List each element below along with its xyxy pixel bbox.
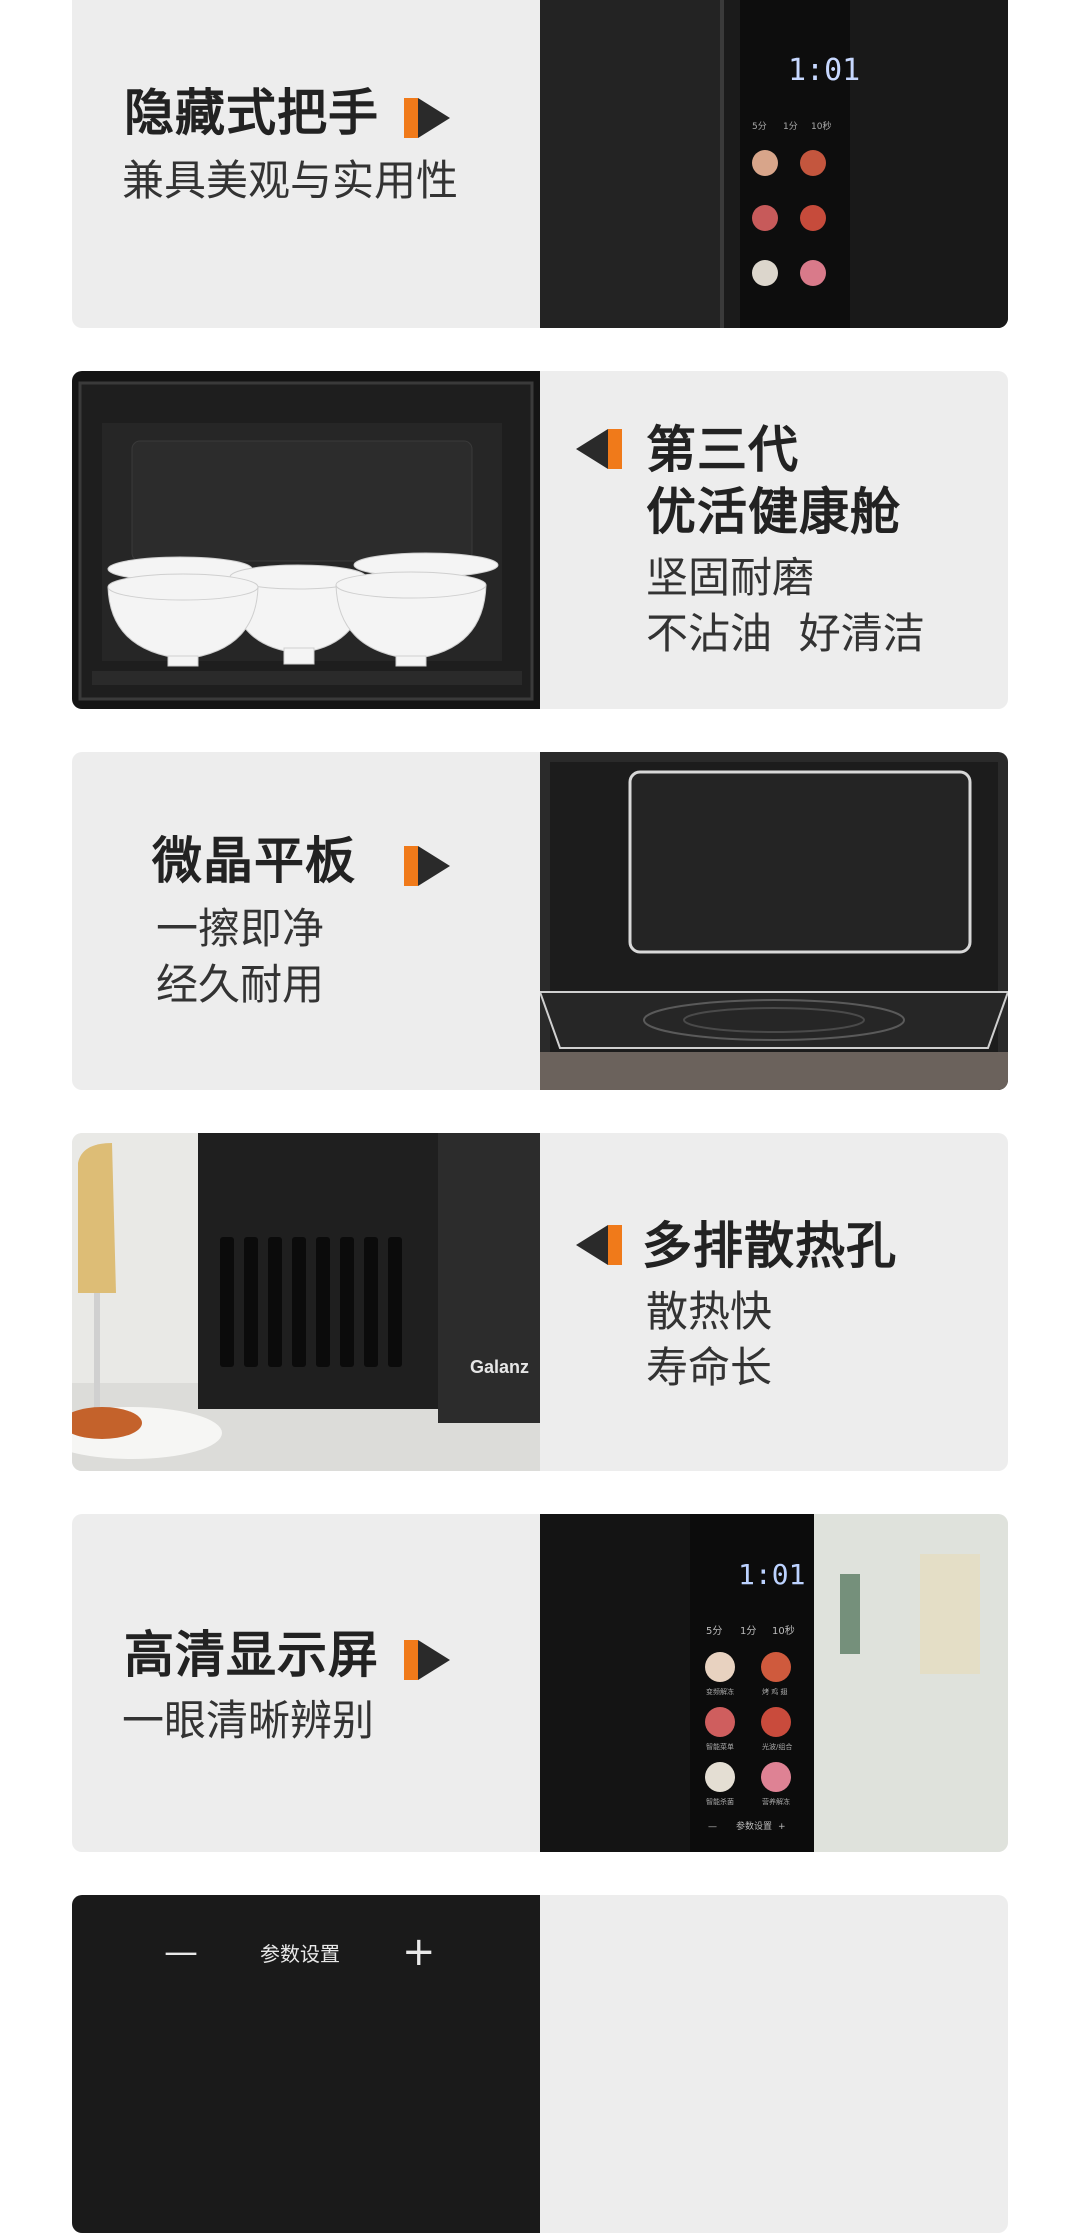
svg-text:参数设置: 参数设置 bbox=[736, 1820, 772, 1832]
play-right-icon bbox=[404, 1638, 452, 1682]
svg-text:10秒: 10秒 bbox=[772, 1624, 795, 1637]
plus-icon: + bbox=[402, 1929, 436, 1975]
feature-card-settings: — 参数设置 + bbox=[72, 1895, 1008, 2233]
bowls-in-microwave-photo bbox=[72, 371, 540, 709]
feature-subtitle-line-1: 一擦即净 bbox=[156, 904, 325, 953]
svg-text:5分: 5分 bbox=[706, 1625, 722, 1637]
flat-cavity-photo bbox=[540, 752, 1008, 1090]
feature-title: 微晶平板 bbox=[152, 832, 356, 890]
display-panel-photo: 1:01 5分 1分 10秒 变频解冻 烤 鸡 翅 智能菜单 光波/组合 智能杀菌 营… bbox=[540, 1514, 1008, 1852]
play-right-icon bbox=[404, 96, 452, 140]
play-left-icon bbox=[574, 427, 622, 471]
svg-text:10秒: 10秒 bbox=[811, 120, 831, 132]
display-digits: 1:01 bbox=[738, 1558, 805, 1591]
settings-panel-photo: — 参数设置 + bbox=[72, 1895, 540, 2233]
play-left-icon bbox=[574, 1223, 622, 1267]
settings-label: 参数设置 bbox=[260, 1942, 340, 1966]
play-right-icon bbox=[404, 844, 452, 888]
feature-title-line-2: 优活健康舱 bbox=[646, 483, 901, 541]
feature-title: 隐藏式把手 bbox=[124, 84, 379, 142]
feature-subtitle-line-2: 寿命长 bbox=[646, 1343, 773, 1392]
minus-icon: — bbox=[164, 1932, 198, 1972]
svg-text:变频解冻: 变频解冻 bbox=[706, 1687, 734, 1696]
feature-subtitle: 一眼清晰辨别 bbox=[122, 1696, 375, 1745]
svg-text:1分: 1分 bbox=[783, 121, 798, 132]
brand-label: Galanz bbox=[470, 1357, 529, 1377]
svg-text:烤 鸡 翅: 烤 鸡 翅 bbox=[762, 1687, 787, 1696]
feature-subtitle-line-2: 不沾油 好清洁 bbox=[646, 609, 925, 658]
svg-text:—: — bbox=[708, 1822, 717, 1832]
feature-title: 高清显示屏 bbox=[124, 1626, 379, 1684]
feature-title: 多排散热孔 bbox=[642, 1217, 897, 1275]
vents-side-photo: Galanz bbox=[72, 1133, 540, 1471]
svg-text:5分: 5分 bbox=[752, 121, 767, 132]
feature-card-display: 高清显示屏 一眼清晰辨别 1:01 5分 1分 10秒 变频解冻 烤 鸡 翅 智能… bbox=[72, 1514, 1008, 1852]
svg-text:+: + bbox=[778, 1822, 786, 1832]
feature-card-vents: Galanz 多排散热孔 散热快 寿命长 bbox=[72, 1133, 1008, 1471]
svg-text:光波/组合: 光波/组合 bbox=[762, 1742, 792, 1751]
feature-card-cavity: 第三代 优活健康舱 坚固耐磨 不沾油 好清洁 bbox=[72, 371, 1008, 709]
feature-subtitle-line-1: 坚固耐磨 bbox=[646, 553, 815, 602]
svg-text:智能杀菌: 智能杀菌 bbox=[706, 1797, 734, 1806]
feature-subtitle-line-2: 经久耐用 bbox=[156, 960, 325, 1009]
feature-card-flatbed: 微晶平板 一擦即净 经久耐用 bbox=[72, 752, 1008, 1090]
microwave-control-panel-photo: 1:01 5分 1分 10秒 bbox=[540, 0, 1008, 328]
svg-text:1分: 1分 bbox=[740, 1625, 756, 1637]
feature-title-line-1: 第三代 bbox=[646, 421, 799, 479]
svg-text:智能菜单: 智能菜单 bbox=[706, 1742, 734, 1751]
feature-subtitle-line-1: 散热快 bbox=[646, 1287, 773, 1336]
feature-card-handle: 隐藏式把手 兼具美观与实用性 1:01 5分 1分 10秒 bbox=[72, 0, 1008, 328]
display-digits: 1:01 bbox=[788, 53, 860, 88]
feature-subtitle: 兼具美观与实用性 bbox=[122, 156, 459, 205]
svg-text:营养解冻: 营养解冻 bbox=[762, 1797, 790, 1806]
